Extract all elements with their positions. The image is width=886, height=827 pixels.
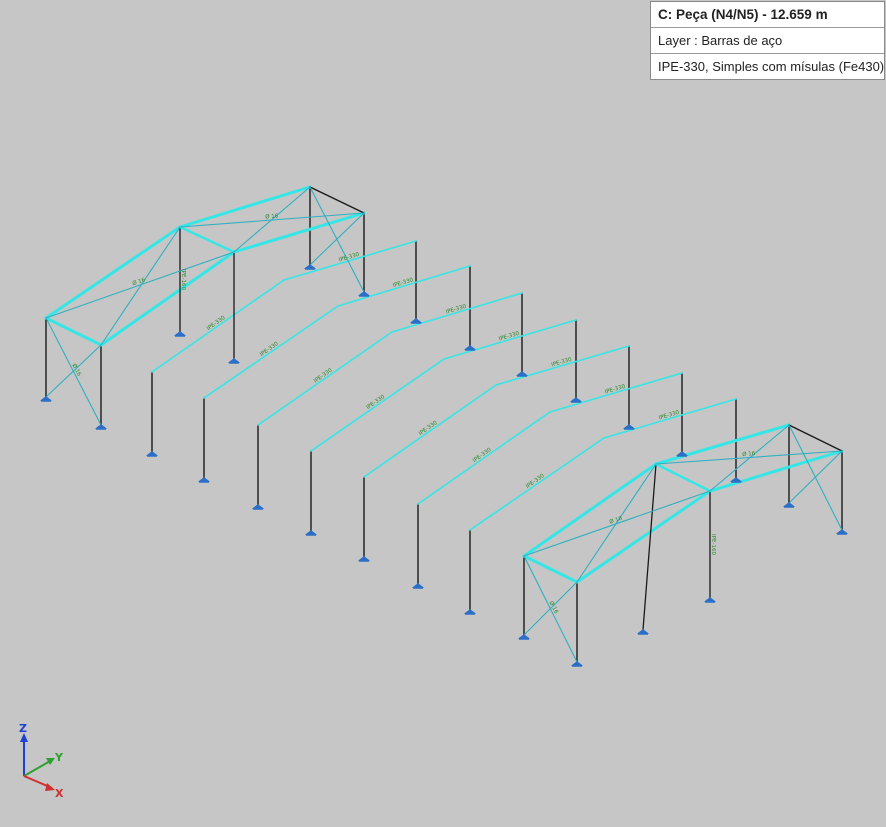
- support-left[interactable]: [145, 451, 159, 457]
- support-gable[interactable]: [703, 597, 717, 603]
- ridge-member[interactable]: [654, 462, 712, 493]
- support-right[interactable]: [622, 424, 636, 430]
- support-left[interactable]: [251, 504, 265, 510]
- support-right[interactable]: [303, 264, 317, 270]
- selection-info-panel: C: Peça (N4/N5) - 12.659 m Layer : Barra…: [650, 1, 885, 80]
- model-viewport[interactable]: IPE-330 IPE-330 IPE-330 IPE-330 IPE-330 IPE-3…: [0, 0, 886, 827]
- support-left[interactable]: [94, 424, 108, 430]
- rafter-label: IPE-330: [472, 447, 493, 464]
- rafter-label: IPE-330: [313, 367, 334, 384]
- support-right[interactable]: [569, 397, 583, 403]
- support-left[interactable]: [517, 634, 531, 640]
- brace-label: Ø 16: [742, 450, 756, 458]
- support-left[interactable]: [39, 396, 53, 402]
- support-left[interactable]: [304, 530, 318, 536]
- support-right[interactable]: [357, 291, 371, 297]
- support-right[interactable]: [409, 318, 423, 324]
- rafter-right[interactable]: [283, 240, 417, 281]
- rafter-right[interactable]: [337, 265, 471, 307]
- rafter-right[interactable]: [391, 292, 523, 333]
- support-left[interactable]: [411, 583, 425, 589]
- rafter-label: IPE-330: [604, 384, 626, 396]
- rafter-label: IPE-330: [551, 357, 573, 369]
- support-symbols: [39, 264, 849, 667]
- rafter-label: IPE-330: [365, 394, 386, 411]
- rafter-label: IPE-330: [658, 410, 680, 422]
- rafter-right[interactable]: [654, 423, 791, 466]
- portal-frames: [44, 185, 844, 663]
- member-profile: IPE-330, Simples com mísulas (Fe430): [651, 53, 884, 79]
- support-right[interactable]: [729, 477, 743, 483]
- support-left[interactable]: [570, 661, 584, 667]
- axis-y-label: Y: [54, 751, 64, 764]
- support-right[interactable]: [515, 371, 529, 377]
- rafter-right[interactable]: [549, 372, 683, 413]
- eave-member[interactable]: [309, 186, 365, 214]
- support-right[interactable]: [463, 345, 477, 351]
- axis-y-arrow: [46, 758, 55, 765]
- rafter-label: IPE-330: [338, 252, 360, 264]
- axis-z-label: Z: [19, 722, 27, 735]
- eave-member[interactable]: [788, 424, 843, 452]
- support-right[interactable]: [782, 502, 796, 508]
- support-left[interactable]: [357, 556, 371, 562]
- gable-column[interactable]: [642, 463, 657, 631]
- rafter-label: IPE-330: [418, 420, 439, 437]
- selected-member-title: C: Peça (N4/N5) - 12.659 m: [658, 7, 828, 22]
- roof-brace[interactable]: [709, 424, 790, 492]
- support-left[interactable]: [197, 477, 211, 483]
- roof-brace[interactable]: [523, 490, 711, 557]
- eave-member[interactable]: [522, 554, 579, 584]
- rafter-right[interactable]: [495, 345, 630, 386]
- support-right[interactable]: [675, 451, 689, 457]
- rafter-label: IPE-330: [525, 473, 546, 490]
- support-left[interactable]: [463, 609, 477, 615]
- rafter-label: IPE-330: [206, 315, 227, 332]
- rafter-right[interactable]: [603, 398, 737, 439]
- rafter-label: IPE-330: [498, 331, 520, 343]
- strut-label: IPE-160: [180, 269, 186, 290]
- axis-x-arrow: [45, 783, 55, 791]
- roof-brace[interactable]: [100, 226, 181, 346]
- rafter-right[interactable]: [178, 185, 312, 229]
- support-gable[interactable]: [227, 358, 241, 364]
- eave-member[interactable]: [44, 316, 103, 347]
- support-right[interactable]: [835, 529, 849, 535]
- roof-brace[interactable]: [45, 251, 235, 319]
- rafter-label: IPE-330: [392, 277, 414, 289]
- brace-label: Ø 16: [265, 212, 279, 220]
- axis-gizmo: Z Y X: [19, 722, 64, 800]
- ridge-member[interactable]: [178, 225, 236, 254]
- strut-label: IPE-160: [710, 534, 716, 555]
- rafter-label: IPE-330: [445, 304, 467, 316]
- bracing-members: [44, 186, 843, 663]
- support-gable[interactable]: [173, 331, 187, 337]
- axis-x-label: X: [55, 787, 64, 800]
- axis-y-line: [23, 759, 53, 777]
- member-layer: Layer : Barras de aço: [651, 27, 884, 53]
- rafter-right[interactable]: [443, 319, 577, 360]
- rafter-label: IPE-330: [259, 341, 280, 358]
- support-gable[interactable]: [636, 629, 650, 635]
